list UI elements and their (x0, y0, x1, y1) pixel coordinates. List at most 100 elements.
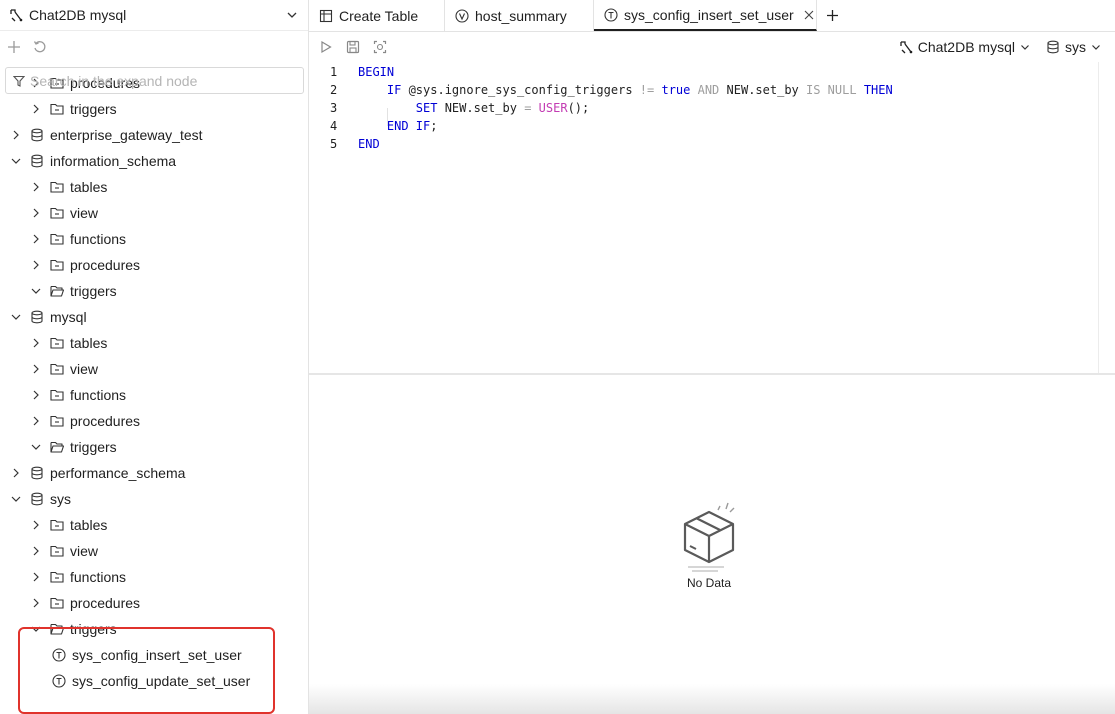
chevron-down-icon[interactable] (11, 156, 21, 166)
tree-node-label: sys_config_insert_set_user (72, 647, 242, 663)
tree-node-label: enterprise_gateway_test (50, 127, 203, 143)
database-icon (31, 154, 43, 168)
tree-folder-triggers[interactable]: triggers (0, 616, 308, 642)
chevron-right-icon[interactable] (31, 598, 41, 608)
tree-node-label: triggers (70, 283, 117, 299)
editor-database-label: sys (1065, 39, 1086, 55)
chevron-right-icon[interactable] (31, 364, 41, 374)
chevron-right-icon[interactable] (31, 520, 41, 530)
chevron-down-icon[interactable] (31, 442, 41, 452)
trigger-icon (52, 674, 66, 688)
tree-node-label: view (70, 543, 99, 559)
search-box[interactable] (5, 67, 304, 94)
tree-folder-procedures[interactable]: procedures (0, 590, 308, 616)
code-line[interactable]: 3 SET NEW.set_by = USER(); (309, 99, 1089, 117)
tree-database-information-schema[interactable]: information_schema (0, 148, 308, 174)
folder-icon (50, 363, 64, 375)
tree-node-label: view (70, 205, 99, 221)
folder-icon (50, 259, 64, 271)
tree-folder-view[interactable]: view (0, 356, 308, 382)
tree-trigger-sys-config-insert-set-user[interactable]: sys_config_insert_set_user (0, 642, 308, 668)
tree-folder-functions[interactable]: functions (0, 564, 308, 590)
editor-database-select[interactable]: sys (1046, 39, 1101, 55)
code-line[interactable]: 2 IF @sys.ignore_sys_config_triggers != … (309, 81, 1089, 99)
connection-selector[interactable]: Chat2DB mysql (0, 0, 308, 31)
tree-database-performance-schema[interactable]: performance_schema (0, 460, 308, 486)
tree-folder-tables[interactable]: tables (0, 330, 308, 356)
tree-node-label: triggers (70, 621, 117, 637)
chevron-right-icon[interactable] (31, 390, 41, 400)
save-icon[interactable] (346, 40, 360, 54)
tree-folder-procedures[interactable]: procedures (0, 252, 308, 278)
editor-toolbar: Chat2DB mysql sys (309, 32, 1115, 62)
chevron-right-icon[interactable] (31, 104, 41, 114)
tree-folder-procedures[interactable]: procedures (0, 408, 308, 434)
chevron-right-icon[interactable] (31, 208, 41, 218)
bottom-shadow (309, 684, 1115, 714)
chevron-right-icon[interactable] (31, 260, 41, 270)
tree-folder-view[interactable]: view (0, 200, 308, 226)
sql-editor[interactable]: 1 BEGIN 2 IF @sys.ignore_sys_config_trigge… (309, 62, 1115, 374)
chevron-down-icon[interactable] (31, 624, 41, 634)
tab-create-table[interactable]: Create Table (309, 0, 445, 31)
trigger-icon (52, 648, 66, 662)
sidebar-toolbar (0, 31, 308, 62)
chevron-down-icon[interactable] (31, 286, 41, 296)
code-line[interactable]: 1 BEGIN (309, 63, 1089, 81)
tree-folder-triggers[interactable]: triggers (0, 434, 308, 460)
code-line[interactable]: 4 END IF; (309, 117, 1089, 135)
chevron-right-icon[interactable] (31, 234, 41, 244)
chevron-right-icon[interactable] (31, 182, 41, 192)
chevron-right-icon[interactable] (11, 130, 21, 140)
tree-database-mysql[interactable]: mysql (0, 304, 308, 330)
add-tab-button[interactable] (817, 0, 847, 31)
tab-sys-config-insert-set-user[interactable]: sys_config_insert_set_user (594, 0, 817, 31)
tree-folder-triggers[interactable]: triggers (0, 278, 308, 304)
database-sidebar: Chat2DB mysql procedures triggers enterpri… (0, 0, 309, 714)
chevron-right-icon[interactable] (11, 468, 21, 478)
tree-folder-triggers[interactable]: triggers (0, 96, 308, 122)
tree-folder-functions[interactable]: functions (0, 382, 308, 408)
close-icon[interactable] (804, 10, 814, 20)
database-icon (31, 466, 43, 480)
table-icon (319, 9, 333, 22)
code-token: USER (538, 101, 568, 115)
folder-open-icon (50, 285, 64, 297)
folder-icon (50, 181, 64, 193)
add-icon[interactable] (7, 40, 21, 54)
tree-node-label: view (70, 361, 99, 377)
refresh-icon[interactable] (33, 40, 47, 54)
tab-host-summary[interactable]: host_summary (445, 0, 594, 31)
chevron-right-icon[interactable] (31, 546, 41, 556)
chevron-down-icon[interactable] (11, 494, 21, 504)
tree-node-label: sys (50, 491, 71, 507)
code-token: BEGIN (358, 65, 395, 79)
chevron-right-icon[interactable] (31, 572, 41, 582)
tree-folder-tables[interactable]: tables (0, 174, 308, 200)
empty-state: No Data (674, 502, 744, 590)
folder-icon (50, 337, 64, 349)
tree-folder-functions[interactable]: functions (0, 226, 308, 252)
tree-node-label: procedures (70, 257, 141, 273)
chevron-down-icon[interactable] (286, 9, 298, 21)
code-token: END IF (386, 119, 431, 133)
chevron-down-icon[interactable] (11, 312, 21, 322)
run-icon[interactable] (319, 40, 333, 54)
tree-trigger-sys-config-update-set-user[interactable]: sys_config_update_set_user (0, 668, 308, 694)
editor-scrollbar-track[interactable] (1098, 62, 1099, 374)
tree-folder-view[interactable]: view (0, 538, 308, 564)
tree-database-sys[interactable]: sys (0, 486, 308, 512)
results-panel: No Data (309, 375, 1115, 714)
code-token: SET (415, 101, 438, 115)
editor-connection-select[interactable]: Chat2DB mysql (899, 39, 1030, 55)
format-icon[interactable] (373, 40, 387, 54)
tree-search-input[interactable] (30, 72, 290, 89)
code-line[interactable]: 5 END (309, 135, 1089, 153)
chevron-right-icon[interactable] (31, 338, 41, 348)
tree-database-enterprise-gateway-test[interactable]: enterprise_gateway_test (0, 122, 308, 148)
tree-folder-tables[interactable]: tables (0, 512, 308, 538)
database-icon (1047, 40, 1059, 54)
code-token: @sys.ignore_sys_config_triggers (401, 83, 640, 97)
chevron-right-icon[interactable] (31, 416, 41, 426)
